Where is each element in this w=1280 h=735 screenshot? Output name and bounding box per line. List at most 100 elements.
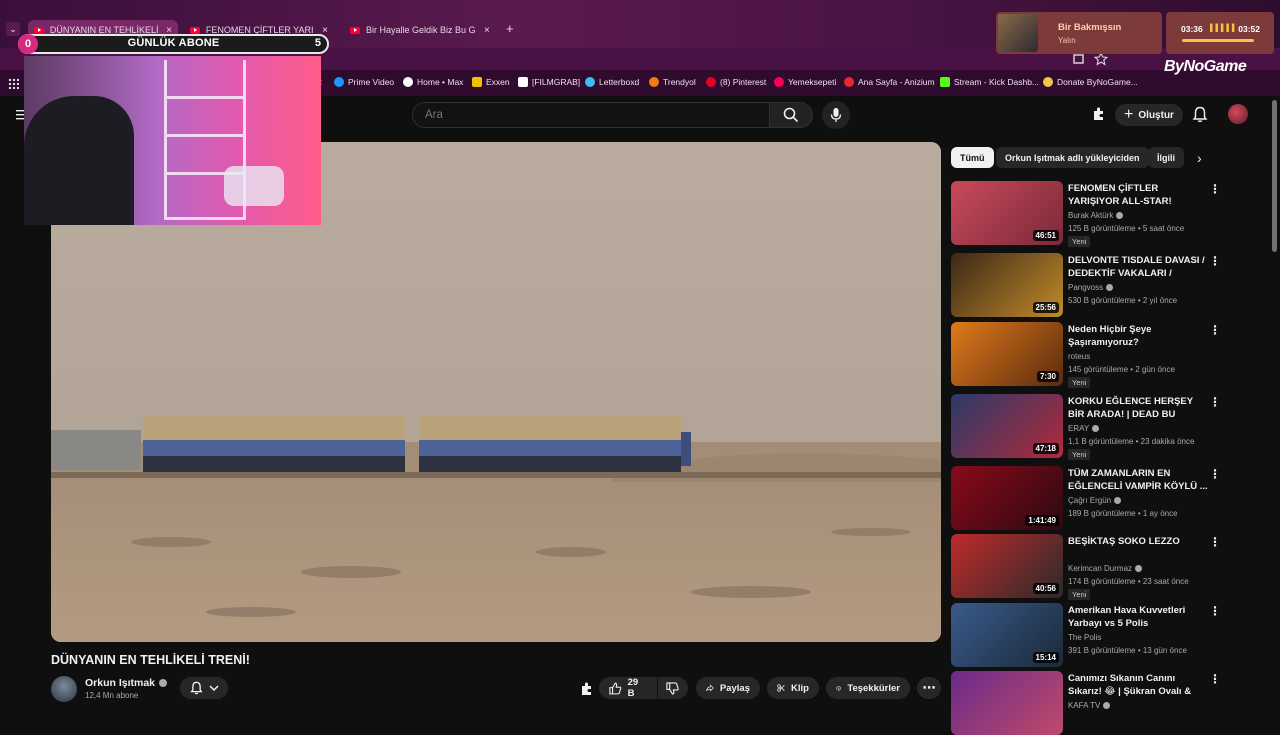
- song-progress-bar: [1182, 39, 1254, 42]
- extension-puzzle-icon[interactable]: [579, 681, 595, 697]
- recommendation-title[interactable]: TÜM ZAMANLARIN EN EĞLENCELİ VAMPİR KÖYLÜ…: [1068, 467, 1208, 493]
- bookmark-star-icon[interactable]: [1094, 52, 1108, 66]
- extension-puzzle-icon[interactable]: [1091, 106, 1107, 122]
- video-thumbnail[interactable]: 15:14: [951, 603, 1063, 667]
- extension-icon[interactable]: [1072, 52, 1086, 66]
- verified-icon: [1092, 425, 1100, 433]
- bookmark-item[interactable]: Exxen: [472, 77, 510, 87]
- upload-age: 1 ay önce: [1142, 509, 1178, 518]
- thanks-button[interactable]: $ Teşekkürler: [826, 677, 910, 699]
- more-options-icon[interactable]: ⋮: [1209, 255, 1221, 267]
- create-button[interactable]: + Oluştur: [1115, 104, 1183, 126]
- browser-tab[interactable]: Bir Hayalle Geldik Biz Bu Günlere ×: [344, 20, 499, 40]
- video-thumbnail[interactable]: 7:30: [951, 322, 1063, 386]
- view-count: 530 B görüntüleme: [1068, 296, 1136, 305]
- more-options-icon[interactable]: ⋮: [1209, 324, 1221, 336]
- recommendation-item[interactable]: 25:56 DELVONTE TISDALE DAVASI / DEDEKTİF …: [951, 253, 1251, 317]
- video-thumbnail[interactable]: 46:51: [951, 181, 1063, 245]
- album-art: [998, 14, 1038, 52]
- recommendation-item[interactable]: 1:41:49 TÜM ZAMANLARIN EN EĞLENCELİ VAMPİ…: [951, 466, 1251, 530]
- channel-avatar[interactable]: [51, 676, 77, 702]
- notifications-bell-icon[interactable]: [1192, 106, 1208, 123]
- recommendation-title[interactable]: Canımızı Sıkanın Canını Sıkarız! 😂 | Şük…: [1068, 672, 1208, 698]
- recommendation-channel[interactable]: roteus: [1068, 352, 1090, 361]
- subscription-notifications-button[interactable]: [180, 677, 228, 699]
- verified-icon: [1103, 702, 1111, 710]
- bookmark-item[interactable]: Prime Video: [334, 77, 394, 87]
- bookmark-item[interactable]: [FILMGRAB]: [518, 77, 580, 87]
- bookmark-item[interactable]: Donate ByNoGame...: [1043, 77, 1138, 87]
- video-thumbnail[interactable]: [951, 671, 1063, 735]
- recommendation-channel[interactable]: Pangvoss: [1068, 283, 1114, 292]
- filter-chip-related[interactable]: İlgili: [1148, 147, 1184, 168]
- clip-button[interactable]: Klip: [767, 677, 819, 699]
- recommendation-channel[interactable]: The Polis: [1068, 633, 1101, 642]
- bookmark-item[interactable]: Trendyol: [649, 77, 696, 87]
- more-options-icon[interactable]: ⋮: [1209, 536, 1221, 548]
- dislike-button[interactable]: [658, 677, 688, 699]
- video-duration: 40:56: [1032, 583, 1059, 594]
- page-scrollbar-thumb[interactable]: [1272, 100, 1277, 252]
- bookmark-item[interactable]: (8) Pinterest: [706, 77, 766, 87]
- chip-label: Tümü: [960, 152, 985, 163]
- like-count: 29 B: [627, 677, 639, 699]
- recommendation-title[interactable]: FENOMEN ÇİFTLER YARIŞIYOR ALL-STAR! (SEV…: [1068, 182, 1208, 208]
- recommendation-channel[interactable]: Çağrı Ergün: [1068, 496, 1122, 505]
- video-thumbnail[interactable]: 25:56: [951, 253, 1063, 317]
- voice-search-button[interactable]: [822, 101, 850, 129]
- new-tab-button[interactable]: +: [506, 21, 514, 36]
- tab-list-menu-button[interactable]: ⌄: [6, 22, 20, 36]
- recommendation-title[interactable]: Amerikan Hava Kuvvetleri Yarbayı vs 5 Po…: [1068, 604, 1208, 630]
- search-box[interactable]: [412, 102, 770, 128]
- recommendation-item[interactable]: 47:18 KORKU EĞLENCE HERŞEY BİR ARADA! | D…: [951, 394, 1251, 460]
- video-duration: 25:56: [1032, 302, 1059, 313]
- bookmark-item[interactable]: Stream - Kick Dashb...: [940, 77, 1039, 87]
- bookmark-label: Yemeksepeti: [788, 77, 837, 87]
- recommendation-channel[interactable]: KAFA TV: [1068, 701, 1111, 710]
- like-button[interactable]: 29 B: [599, 677, 657, 699]
- share-label: Paylaş: [719, 682, 750, 694]
- recommendation-channel[interactable]: Burak Aktürk: [1068, 211, 1124, 220]
- share-button[interactable]: Paylaş: [696, 677, 760, 699]
- subscriber-goal-bar: 0 GÜNLÜK ABONE 5: [18, 34, 329, 54]
- recommendation-item[interactable]: Canımızı Sıkanın Canını Sıkarız! 😂 | Şük…: [951, 671, 1251, 735]
- recommendation-item[interactable]: 46:51 FENOMEN ÇİFTLER YARIŞIYOR ALL-STAR!…: [951, 181, 1251, 247]
- recommendation-title[interactable]: BEŞİKTAŞ SOKO LEZZO: [1068, 535, 1208, 548]
- super-thanks-icon: $: [836, 685, 841, 691]
- search-button[interactable]: [769, 102, 813, 128]
- more-options-icon[interactable]: ⋮: [1209, 183, 1221, 195]
- video-thumbnail[interactable]: 47:18: [951, 394, 1063, 458]
- filter-chip-all[interactable]: Tümü: [951, 147, 994, 168]
- recommendation-title[interactable]: Neden Hiçbir Şeye Şaşıramıyoruz?: [1068, 323, 1208, 349]
- filter-chip-uploader[interactable]: Orkun Işıtmak adlı yükleyiciden: [996, 147, 1149, 168]
- recommendation-channel[interactable]: ERAY: [1068, 424, 1100, 433]
- bookmark-item[interactable]: Ana Sayfa - Anizium: [844, 77, 935, 87]
- video-thumbnail[interactable]: 40:56: [951, 534, 1063, 598]
- recommendation-title[interactable]: DELVONTE TISDALE DAVASI / DEDEKTİF VAKAL…: [1068, 254, 1208, 280]
- menu-icon[interactable]: [16, 110, 24, 120]
- more-options-icon[interactable]: ⋮: [1209, 673, 1221, 685]
- video-thumbnail[interactable]: 1:41:49: [951, 466, 1063, 530]
- recommendation-channel[interactable]: Kerimcan Durmaz: [1068, 564, 1143, 573]
- more-options-icon[interactable]: ⋮: [1209, 605, 1221, 617]
- more-options-icon[interactable]: ⋮: [1209, 468, 1221, 480]
- recommendation-item[interactable]: 7:30 Neden Hiçbir Şeye Şaşıramıyoruz? rote…: [951, 322, 1251, 388]
- recommendation-item[interactable]: 15:14 Amerikan Hava Kuvvetleri Yarbayı vs…: [951, 603, 1251, 667]
- account-avatar[interactable]: [1228, 104, 1248, 124]
- bookmark-item[interactable]: Home • Max: [403, 77, 463, 87]
- bookmark-item[interactable]: Letterboxd: [585, 77, 639, 87]
- song-elapsed: 03:36: [1181, 24, 1203, 34]
- tab-close-icon[interactable]: ×: [322, 25, 328, 36]
- search-input[interactable]: [425, 109, 725, 121]
- more-options-icon[interactable]: ⋮: [1209, 396, 1221, 408]
- recommendation-title[interactable]: KORKU EĞLENCE HERŞEY BİR ARADA! | DEAD B…: [1068, 395, 1208, 421]
- bookmark-item[interactable]: Yemeksepeti: [774, 77, 836, 87]
- channel-name[interactable]: Orkun Işıtmak: [85, 677, 168, 689]
- chevron-right-icon[interactable]: ›: [1197, 150, 1202, 166]
- verified-icon: [1135, 565, 1143, 573]
- apps-grid-icon[interactable]: [8, 78, 19, 89]
- more-actions-button[interactable]: ⋯: [917, 677, 941, 699]
- new-badge: Yeni: [1068, 589, 1091, 600]
- tab-close-icon[interactable]: ×: [484, 25, 490, 36]
- recommendation-item[interactable]: 40:56 BEŞİKTAŞ SOKO LEZZO Kerimcan Durmaz 1…: [951, 534, 1251, 600]
